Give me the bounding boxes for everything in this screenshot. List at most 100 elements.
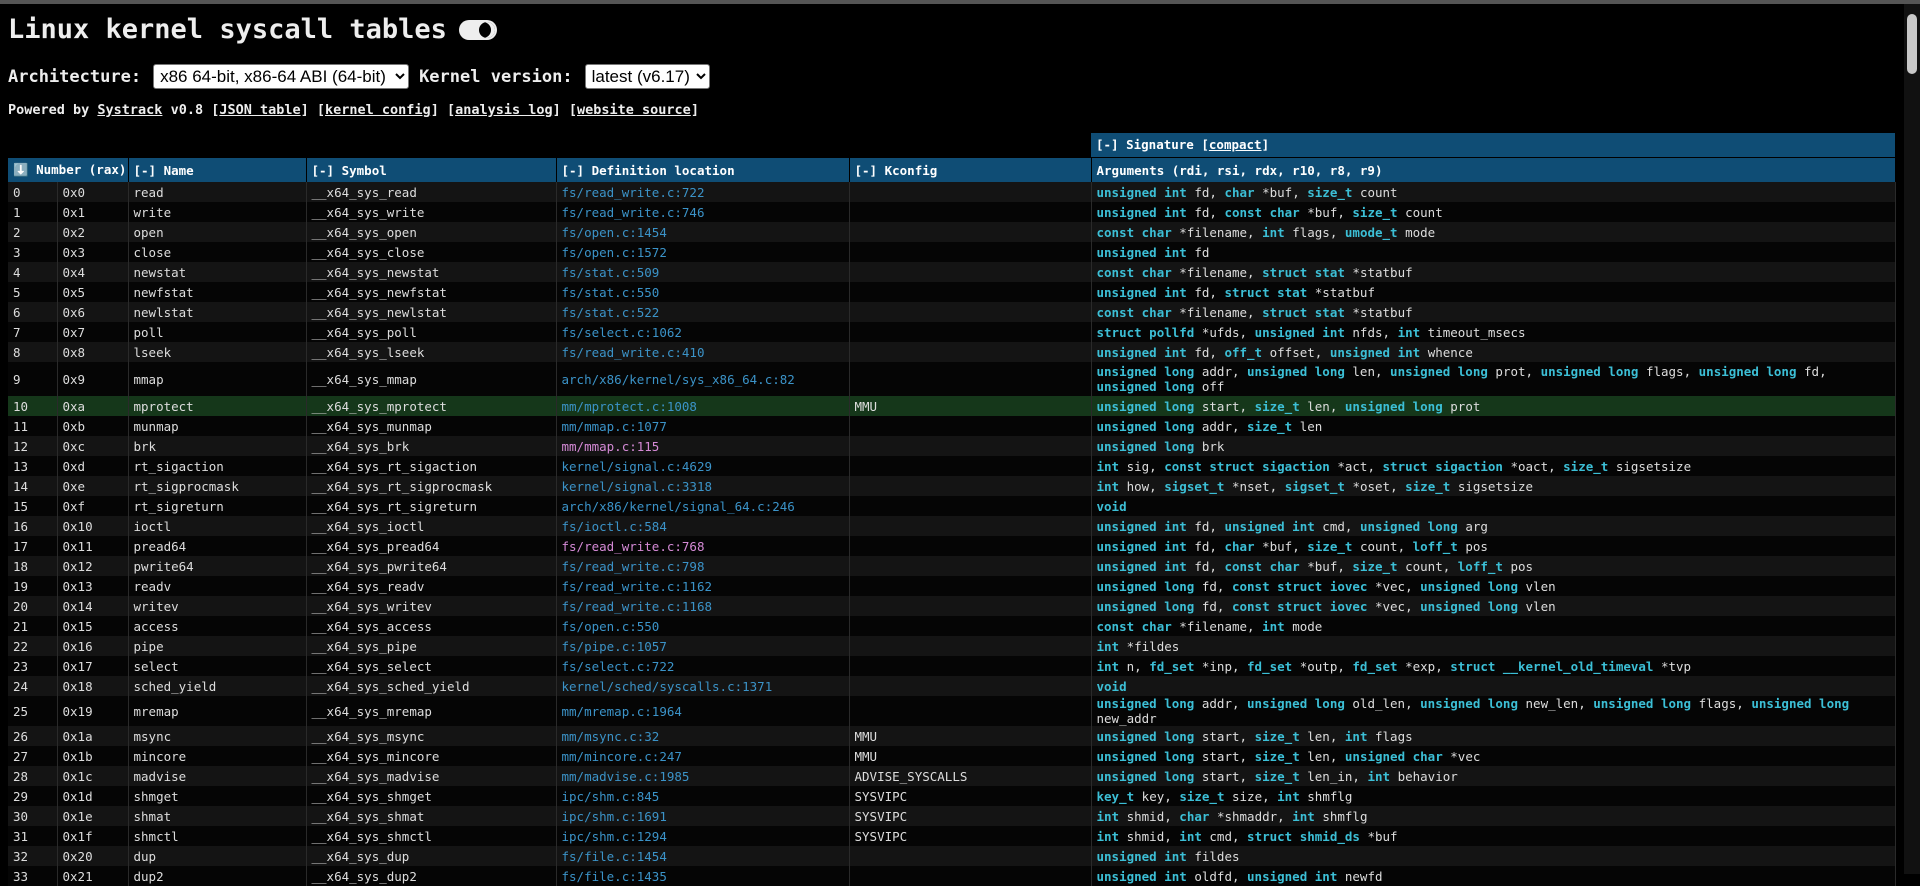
- table-row[interactable]: 25 0x19 mremap __x64_sys_mremap mm/mremap.c:…: [8, 696, 1896, 726]
- location-link[interactable]: ipc/shm.c:1294: [556, 826, 850, 846]
- table-row[interactable]: 18 0x12 pwrite64 __x64_sys_pwrite64 fs/read_…: [8, 556, 1896, 576]
- table-row[interactable]: 21 0x15 access __x64_sys_access fs/open.c:55…: [8, 616, 1896, 636]
- arg-type: const struct iovec: [1231, 578, 1368, 594]
- column-header-number[interactable]: ⬇️ Number (rax): [8, 158, 129, 182]
- location-link[interactable]: fs/open.c:1572: [556, 242, 850, 262]
- table-row[interactable]: 19 0x13 readv __x64_sys_readv fs/read_write.…: [8, 576, 1896, 596]
- kernel-config-link[interactable]: kernel config: [325, 102, 431, 118]
- location-link[interactable]: kernel/signal.c:3318: [556, 476, 850, 496]
- arg-type: unsigned long: [1540, 364, 1639, 379]
- location-link[interactable]: mm/mprotect.c:1008: [556, 396, 850, 416]
- location-link[interactable]: arch/x86/kernel/sys_x86_64.c:82: [556, 362, 850, 396]
- table-row[interactable]: 24 0x18 sched_yield __x64_sys_sched_yield ke…: [8, 676, 1896, 696]
- table-row[interactable]: 13 0xd rt_sigaction __x64_sys_rt_sigaction k…: [8, 456, 1896, 476]
- table-row[interactable]: 20 0x14 writev __x64_sys_writev fs/read_writ…: [8, 596, 1896, 616]
- table-row[interactable]: 29 0x1d shmget __x64_sys_shmget ipc/shm.c:84…: [8, 786, 1896, 806]
- theme-toggle-icon[interactable]: [458, 19, 497, 40]
- table-row[interactable]: 7 0x7 poll __x64_sys_poll fs/select.c:1062 st…: [8, 322, 1896, 342]
- location-link[interactable]: fs/stat.c:522: [556, 302, 850, 322]
- number-cell: 31: [8, 826, 58, 846]
- table-row[interactable]: 22 0x16 pipe __x64_sys_pipe fs/pipe.c:1057 in…: [8, 636, 1896, 656]
- location-link[interactable]: fs/select.c:722: [556, 656, 850, 676]
- table-row[interactable]: 27 0x1b mincore __x64_sys_mincore mm/mincore…: [8, 746, 1896, 766]
- location-link[interactable]: mm/mmap.c:1077: [556, 416, 850, 436]
- location-link[interactable]: kernel/sched/syscalls.c:1371: [556, 676, 850, 696]
- table-row[interactable]: 11 0xb munmap __x64_sys_munmap mm/mmap.c:107…: [8, 416, 1896, 436]
- table-row[interactable]: 30 0x1e shmat __x64_sys_shmat ipc/shm.c:1691…: [8, 806, 1896, 826]
- table-row[interactable]: 31 0x1f shmctl __x64_sys_shmctl ipc/shm.c:12…: [8, 826, 1896, 846]
- arg-type: unsigned long: [1344, 398, 1443, 414]
- hex-cell: 0x16: [57, 636, 129, 656]
- location-link[interactable]: ipc/shm.c:1691: [556, 806, 850, 826]
- arg-name: *buf,: [1307, 204, 1353, 220]
- architecture-select[interactable]: x86 64-bit, x86-64 ABI (64-bit): [153, 64, 410, 89]
- json-table-link[interactable]: JSON table: [219, 102, 300, 118]
- table-row[interactable]: 3 0x3 close __x64_sys_close fs/open.c:1572 un…: [8, 242, 1896, 262]
- table-row[interactable]: 5 0x5 newfstat __x64_sys_newfstat fs/stat.c:…: [8, 282, 1896, 302]
- table-row[interactable]: 26 0x1a msync __x64_sys_msync mm/msync.c:32 M…: [8, 726, 1896, 746]
- location-link[interactable]: mm/madvise.c:1985: [556, 766, 850, 786]
- table-row[interactable]: 6 0x6 newlstat __x64_sys_newlstat fs/stat.c:…: [8, 302, 1896, 322]
- location-link[interactable]: fs/read_write.c:768: [556, 536, 850, 556]
- location-link[interactable]: fs/open.c:550: [556, 616, 850, 636]
- location-link[interactable]: fs/stat.c:550: [556, 282, 850, 302]
- location-link[interactable]: ipc/shm.c:845: [556, 786, 850, 806]
- arguments-cell: unsigned int fd, char *buf, size_t count: [1091, 182, 1896, 202]
- table-row[interactable]: 17 0x11 pread64 __x64_sys_pread64 fs/read_wr…: [8, 536, 1896, 556]
- analysis-log-link[interactable]: analysis log: [455, 102, 553, 118]
- table-row[interactable]: 15 0xf rt_sigreturn __x64_sys_rt_sigreturn a…: [8, 496, 1896, 516]
- location-link[interactable]: fs/open.c:1454: [556, 222, 850, 242]
- column-header-location[interactable]: [-] Definition location: [556, 158, 850, 182]
- arg-type: const char: [1096, 224, 1172, 240]
- table-row[interactable]: 10 0xa mprotect __x64_sys_mprotect mm/mprote…: [8, 396, 1896, 416]
- location-link[interactable]: fs/read_write.c:1162: [556, 576, 850, 596]
- location-link[interactable]: mm/mincore.c:247: [556, 746, 850, 766]
- arg-type: int: [1096, 658, 1120, 674]
- table-row[interactable]: 16 0x10 ioctl __x64_sys_ioctl fs/ioctl.c:584…: [8, 516, 1896, 536]
- systrack-link[interactable]: Systrack: [97, 102, 162, 118]
- kconfig-cell: ADVISE_SYSCALLS: [849, 766, 1092, 786]
- vertical-scrollbar[interactable]: [1904, 4, 1920, 874]
- location-link[interactable]: fs/stat.c:509: [556, 262, 850, 282]
- column-header-name[interactable]: [-] Name: [128, 158, 307, 182]
- table-row[interactable]: 14 0xe rt_sigprocmask __x64_sys_rt_sigprocm…: [8, 476, 1896, 496]
- location-link[interactable]: fs/read_write.c:722: [556, 182, 850, 202]
- number-cell: 33: [8, 866, 58, 886]
- kernel-version-select[interactable]: latest (v6.17): [584, 64, 710, 89]
- location-link[interactable]: fs/ioctl.c:584: [556, 516, 850, 536]
- location-link[interactable]: kernel/signal.c:4629: [556, 456, 850, 476]
- table-row[interactable]: 9 0x9 mmap __x64_sys_mmap arch/x86/kernel/sy…: [8, 362, 1896, 396]
- arg-type: int: [1277, 788, 1300, 804]
- table-row[interactable]: 4 0x4 newstat __x64_sys_newstat fs/stat.c:50…: [8, 262, 1896, 282]
- location-link[interactable]: mm/mmap.c:115: [556, 436, 850, 456]
- location-link[interactable]: fs/file.c:1435: [556, 866, 850, 886]
- hex-cell: 0x1a: [57, 726, 129, 746]
- table-row[interactable]: 2 0x2 open __x64_sys_open fs/open.c:1454 cons…: [8, 222, 1896, 242]
- signature-toggle[interactable]: [-] Signature [: [1096, 137, 1209, 152]
- location-link[interactable]: fs/read_write.c:1168: [556, 596, 850, 616]
- table-row[interactable]: 0 0x0 read __x64_sys_read fs/read_write.c:72…: [8, 182, 1896, 202]
- location-link[interactable]: mm/mremap.c:1964: [556, 696, 850, 726]
- location-link[interactable]: arch/x86/kernel/signal_64.c:246: [556, 496, 850, 516]
- table-row[interactable]: 32 0x20 dup __x64_sys_dup fs/file.c:1454 unsi…: [8, 846, 1896, 866]
- signature-header[interactable]: [-] Signature [compact]: [1091, 133, 1895, 157]
- table-row[interactable]: 23 0x17 select __x64_sys_select fs/select.c:…: [8, 656, 1896, 676]
- location-link[interactable]: fs/read_write.c:410: [556, 342, 850, 362]
- table-row[interactable]: 28 0x1c madvise __x64_sys_madvise mm/madvise…: [8, 766, 1896, 786]
- table-row[interactable]: 12 0xc brk __x64_sys_brk mm/mmap.c:115 unsign…: [8, 436, 1896, 456]
- table-row[interactable]: 33 0x21 dup2 __x64_sys_dup2 fs/file.c:1435 un…: [8, 866, 1896, 886]
- location-link[interactable]: mm/msync.c:32: [556, 726, 850, 746]
- location-link[interactable]: fs/file.c:1454: [556, 846, 850, 866]
- compact-link[interactable]: compact: [1209, 137, 1262, 152]
- location-link[interactable]: fs/pipe.c:1057: [556, 636, 850, 656]
- location-link[interactable]: fs/read_write.c:798: [556, 556, 850, 576]
- scrollbar-thumb[interactable]: [1907, 14, 1917, 74]
- column-header-symbol[interactable]: [-] Symbol: [306, 158, 557, 182]
- column-header-kconfig[interactable]: [-] Kconfig: [849, 158, 1092, 182]
- symbol-cell: __x64_sys_poll: [306, 322, 557, 342]
- table-row[interactable]: 8 0x8 lseek __x64_sys_lseek fs/read_write.c:…: [8, 342, 1896, 362]
- website-source-link[interactable]: website source: [577, 102, 691, 118]
- table-row[interactable]: 1 0x1 write __x64_sys_write fs/read_write.c:…: [8, 202, 1896, 222]
- location-link[interactable]: fs/select.c:1062: [556, 322, 850, 342]
- location-link[interactable]: fs/read_write.c:746: [556, 202, 850, 222]
